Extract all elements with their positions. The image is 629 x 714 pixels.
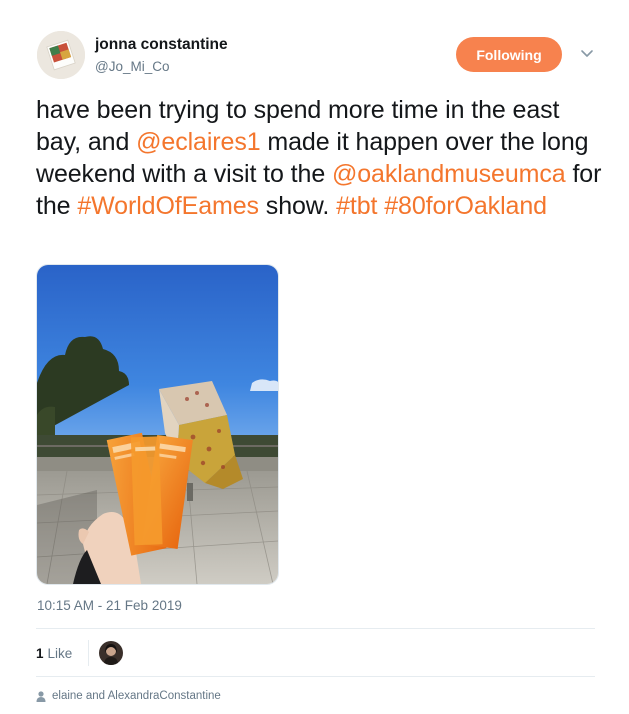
author-name[interactable]: jonna constantine [95, 36, 228, 54]
liked-by-context: elaine and AlexandraConstantine [36, 690, 221, 702]
author-avatar[interactable] [37, 31, 85, 79]
hashtag-link[interactable]: #80forOakland [384, 192, 547, 220]
author-handle[interactable]: @Jo_Mi_Co [95, 59, 169, 74]
divider [36, 676, 595, 677]
tweet-photo[interactable] [36, 264, 279, 585]
divider [88, 640, 90, 666]
hashtag-link[interactable]: #tbt [336, 192, 377, 220]
tweet-text-segment: show. [258, 192, 337, 220]
hashtag-link[interactable]: #WorldOfEames [77, 192, 259, 220]
liker-avatar[interactable] [99, 641, 124, 665]
tweet-timestamp[interactable]: 10:15 AM - 21 Feb 2019 [37, 598, 182, 613]
following-button[interactable]: Following [456, 37, 562, 72]
tweet-text: have been trying to spend more time in t… [36, 94, 611, 222]
divider [36, 628, 595, 629]
liked-by-text[interactable]: elaine and AlexandraConstantine [52, 690, 221, 702]
like-label[interactable]: Like [48, 646, 73, 661]
chevron-down-icon[interactable] [578, 44, 596, 62]
person-icon [36, 690, 46, 702]
mention-link[interactable]: @eclaires1 [136, 128, 261, 156]
likes-row: 1 Like [36, 640, 124, 666]
mention-link[interactable]: @oaklandmuseumca [332, 160, 566, 188]
like-count[interactable]: 1 [36, 646, 44, 661]
